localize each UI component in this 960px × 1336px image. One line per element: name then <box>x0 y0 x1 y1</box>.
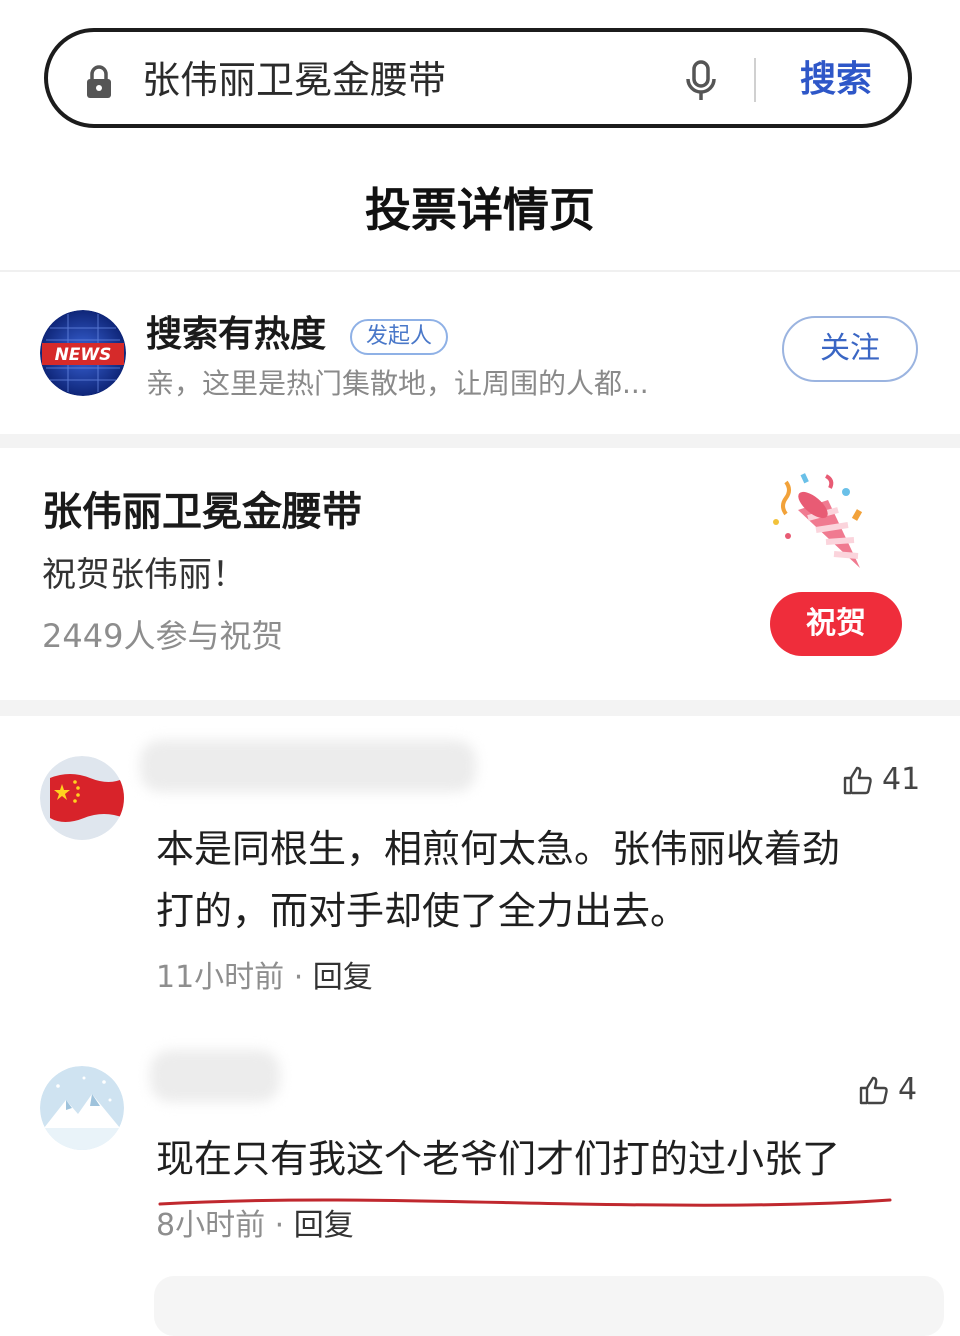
section-separator <box>0 700 960 716</box>
comment-text-line: 现在只有我这个老爷们才们打的过小张了 <box>156 1137 841 1181</box>
vote-title: 张伟丽卫冕金腰带 <box>42 489 362 535</box>
divider <box>0 270 960 272</box>
party-popper-icon <box>773 473 863 568</box>
redacted-username <box>150 1050 280 1102</box>
publisher-name[interactable]: 搜索有热度 <box>146 310 326 360</box>
section-separator <box>0 434 960 448</box>
lock-icon <box>87 65 111 98</box>
comment-time: 8小时前 <box>156 1208 266 1243</box>
like-count: 41 <box>882 762 921 797</box>
like-count: 4 <box>898 1072 918 1107</box>
search-button[interactable]: 搜索 <box>800 56 872 104</box>
comment-text-line: 本是同根生，相煎何太急。张伟丽收着劲 <box>156 827 841 871</box>
meta-separator: · <box>265 1208 294 1243</box>
commenter-avatar[interactable] <box>40 756 124 840</box>
comment-meta: 8小时前 · 回复 <box>156 1204 354 1248</box>
follow-button[interactable]: 关注 <box>782 316 918 382</box>
search-bar[interactable]: 张伟丽卫冕金腰带 搜索 <box>44 28 912 128</box>
page-title: 投票详情页 <box>365 183 595 237</box>
commenter-avatar[interactable] <box>40 1066 124 1150</box>
like-button[interactable]: 4 <box>858 1070 917 1110</box>
congratulate-button[interactable]: 祝贺 <box>770 592 902 656</box>
search-divider <box>754 58 756 102</box>
reply-button[interactable]: 回复 <box>294 1208 354 1243</box>
comment-text-line: 打的，而对手却使了全力出去。 <box>156 889 689 933</box>
news-logo-text: NEWS <box>55 345 112 365</box>
comment-time: 11小时前 <box>156 960 285 995</box>
thumbs-up-icon <box>859 1076 888 1105</box>
redacted-username <box>140 740 476 792</box>
reply-button[interactable]: 回复 <box>313 960 373 995</box>
meta-separator: · <box>284 960 313 995</box>
sub-reply-preview[interactable] <box>154 1276 944 1336</box>
initiator-badge: 发起人 <box>350 319 449 355</box>
participant-count: 2449人参与祝贺 <box>42 617 284 655</box>
publisher-avatar[interactable]: NEWS <box>40 310 126 396</box>
thumbs-up-icon <box>843 766 872 795</box>
comment-meta: 11小时前 · 回复 <box>156 956 373 1000</box>
publisher-description: 亲，这里是热门集散地，让周围的人都... <box>146 367 649 400</box>
like-button[interactable]: 41 <box>842 760 920 800</box>
microphone-icon[interactable] <box>684 60 718 102</box>
vote-subtitle: 祝贺张伟丽！ <box>42 555 246 595</box>
search-input[interactable]: 张伟丽卫冕金腰带 <box>142 56 446 104</box>
